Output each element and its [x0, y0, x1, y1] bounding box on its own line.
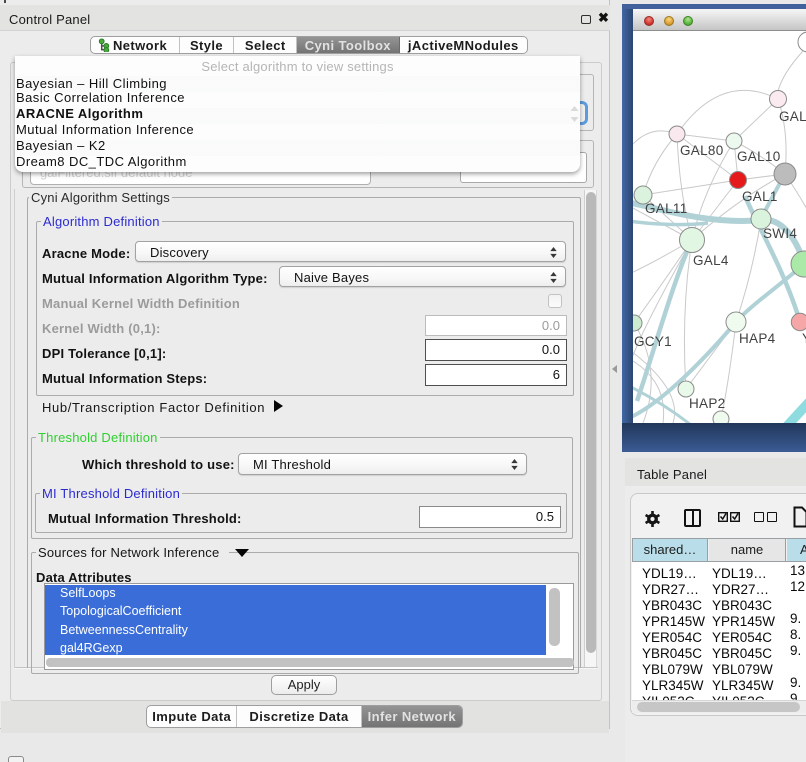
svg-text:GAL1: GAL1 [742, 189, 778, 204]
svg-text:GAL4: GAL4 [693, 253, 729, 268]
svg-text:GAL11: GAL11 [645, 201, 688, 216]
svg-text:YB: YB [802, 331, 806, 346]
svg-text:GAL10: GAL10 [737, 149, 781, 164]
svg-text:GCY1: GCY1 [634, 334, 672, 349]
svg-text:HAP4: HAP4 [739, 331, 776, 346]
svg-text:GAL80: GAL80 [680, 143, 724, 158]
svg-text:SWI4: SWI4 [763, 226, 797, 241]
svg-text:HAP2: HAP2 [689, 396, 725, 411]
svg-text:GAL2: GAL2 [779, 109, 806, 124]
